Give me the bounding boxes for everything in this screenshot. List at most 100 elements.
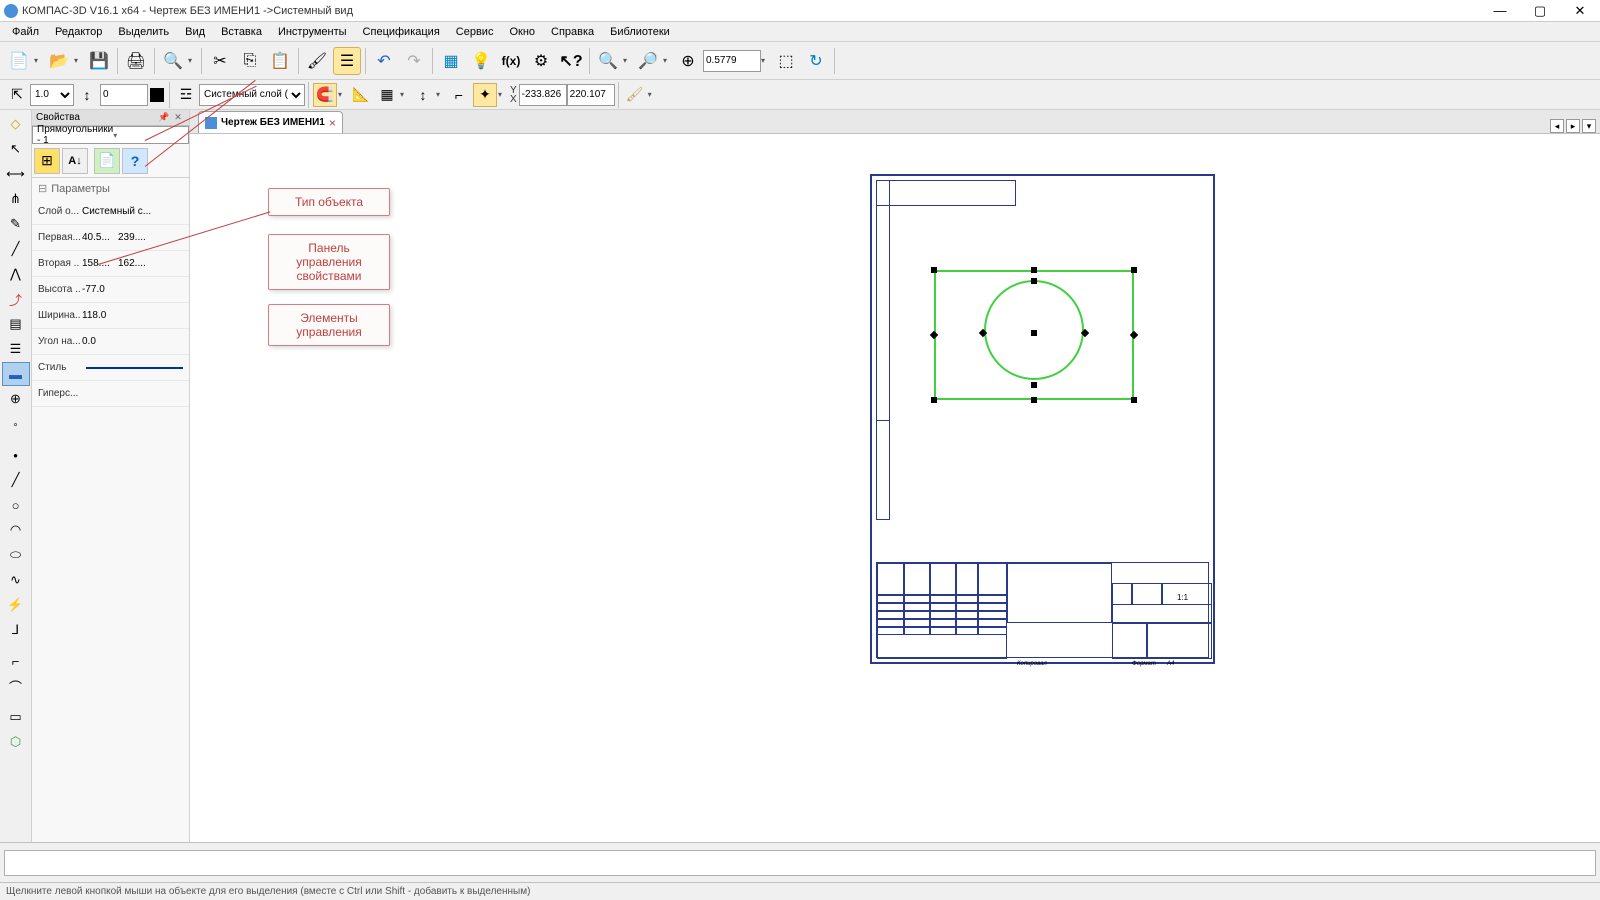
tab-scroll-right-icon[interactable]: ▸ xyxy=(1566,119,1580,133)
undo-icon[interactable]: ↶ xyxy=(370,47,398,75)
menu-window[interactable]: Окно xyxy=(501,24,543,40)
round-dropdown[interactable]: ▾ xyxy=(498,90,508,99)
save-icon[interactable]: 💾 xyxy=(85,47,113,75)
param-value-x[interactable]: 40.5... xyxy=(80,232,116,243)
views-tool-icon[interactable]: ∘ xyxy=(2,412,30,436)
zoom-dropdown[interactable]: ▾ xyxy=(623,56,633,65)
select-tool-icon[interactable]: ↖ xyxy=(2,137,30,161)
circle-tool-icon[interactable]: ○ xyxy=(2,493,30,517)
param-row-second[interactable]: Вторая ... 158.... 162.... xyxy=(32,251,189,277)
copy-icon[interactable]: ⎘ xyxy=(236,47,264,75)
param-value-y[interactable]: 162.... xyxy=(116,258,152,269)
layer-state-icon[interactable]: ↕ xyxy=(75,83,99,107)
layer-color-swatch[interactable] xyxy=(150,88,164,102)
spec-tool-icon[interactable]: ☰ xyxy=(2,337,30,361)
coord-x-input[interactable] xyxy=(519,84,567,106)
context-help-icon[interactable]: ↖? xyxy=(557,47,585,75)
param-value-y[interactable]: 239.... xyxy=(116,232,152,243)
menu-insert[interactable]: Вставка xyxy=(213,24,270,40)
current-state-icon[interactable]: ⇱ xyxy=(5,83,29,107)
redo-icon[interactable]: ↷ xyxy=(400,47,428,75)
fillet-tool-icon[interactable]: ⌒ xyxy=(2,674,30,698)
format-icon[interactable]: 🖌 xyxy=(303,47,331,75)
preview-icon[interactable]: 🔍 xyxy=(159,47,187,75)
ellipse-tool-icon[interactable]: ⬭ xyxy=(2,543,30,567)
properties-icon[interactable]: ☰ xyxy=(333,47,361,75)
chamfer-tool-icon[interactable]: ⌐ xyxy=(2,649,30,673)
new-document-icon[interactable]: 📄 xyxy=(5,47,33,75)
param-row-layer[interactable]: Слой о... Системный с... xyxy=(32,199,189,225)
param-row-first[interactable]: Первая... 40.5... 239.... xyxy=(32,225,189,251)
arc-tool-icon[interactable]: ◠ xyxy=(2,518,30,542)
menu-service[interactable]: Сервис xyxy=(448,24,502,40)
maximize-button[interactable]: ▢ xyxy=(1520,0,1560,22)
menu-libs[interactable]: Библиотеки xyxy=(602,24,678,40)
param-row-width[interactable]: Ширина... 118.0 xyxy=(32,303,189,329)
selection-handle[interactable] xyxy=(1031,397,1037,403)
snap-dropdown[interactable]: ▾ xyxy=(338,90,348,99)
selection-handle[interactable] xyxy=(1031,267,1037,273)
ortho-icon[interactable]: ⌐ xyxy=(447,83,471,107)
menu-help[interactable]: Справка xyxy=(543,24,602,40)
style-preview[interactable] xyxy=(86,367,183,369)
local-cs-icon[interactable]: ↕ xyxy=(411,83,435,107)
selection-handle[interactable] xyxy=(1031,278,1037,284)
rect-tool-icon[interactable]: ▭ xyxy=(2,705,30,729)
line-tool-icon[interactable]: ╱ xyxy=(2,237,30,261)
measure-tool-icon[interactable]: ▤ xyxy=(2,312,30,336)
close-button[interactable]: ✕ xyxy=(1560,0,1600,22)
edit-tool-icon[interactable]: ✎ xyxy=(2,212,30,236)
coord-y-input[interactable] xyxy=(567,84,615,106)
grid-icon[interactable]: ▦ xyxy=(375,83,399,107)
round-icon[interactable]: ✦ xyxy=(473,83,497,107)
params-section-header[interactable]: ⊟ Параметры xyxy=(32,178,189,199)
selection-handle[interactable] xyxy=(931,397,937,403)
snap-icon[interactable]: 🧲 xyxy=(313,83,337,107)
designation-tool-icon[interactable]: ⋔ xyxy=(2,187,30,211)
grid-dropdown[interactable]: ▾ xyxy=(400,90,410,99)
brush-icon[interactable]: 🖌 xyxy=(623,83,647,107)
param-value[interactable]: 0.0 xyxy=(80,336,189,347)
geometry-tool-icon[interactable]: ◇ xyxy=(2,112,30,136)
param-value[interactable]: Системный с... xyxy=(80,206,189,217)
script-icon[interactable]: ⚙ xyxy=(527,47,555,75)
tab-list-icon[interactable]: ▾ xyxy=(1582,119,1596,133)
menu-file[interactable]: Файл xyxy=(4,24,47,40)
local-cs-dropdown[interactable]: ▾ xyxy=(436,90,446,99)
library-manager-icon[interactable]: ▦ xyxy=(437,47,465,75)
param-row-angle[interactable]: Угол на... 0.0 xyxy=(32,329,189,355)
zoom-sheet-icon[interactable]: ⬚ xyxy=(772,47,800,75)
paste-icon[interactable]: 📋 xyxy=(266,47,294,75)
selection-handle[interactable] xyxy=(1031,330,1037,336)
point-tool-icon[interactable]: • xyxy=(2,443,30,467)
reports-tool-icon[interactable]: ▬ xyxy=(2,362,30,386)
dynamic-snap-icon[interactable]: 📐 xyxy=(349,83,373,107)
drawing-canvas[interactable]: Тип объекта Панель управления свойствами… xyxy=(190,134,1600,842)
zoom-value-dropdown[interactable]: ▾ xyxy=(761,56,771,65)
menu-select[interactable]: Выделить xyxy=(110,24,177,40)
tab-close-icon[interactable]: × xyxy=(329,116,336,130)
param-row-style[interactable]: Стиль xyxy=(32,355,189,381)
collapse-icon[interactable]: ⊟ xyxy=(38,182,47,195)
selection-handle[interactable] xyxy=(931,267,937,273)
spline-tool-icon[interactable]: ∿ xyxy=(2,568,30,592)
param-tool-icon[interactable]: ⤴ xyxy=(2,287,30,311)
help-icon[interactable]: ? xyxy=(122,148,148,174)
selection-handle[interactable] xyxy=(1131,397,1137,403)
menu-view[interactable]: Вид xyxy=(177,24,213,40)
selection-handle[interactable] xyxy=(1131,267,1137,273)
cut-icon[interactable]: ✂ xyxy=(206,47,234,75)
polyline-tool-icon[interactable]: ⅃ xyxy=(2,618,30,642)
zoom-value-input[interactable] xyxy=(703,50,761,72)
menu-tools[interactable]: Инструменты xyxy=(270,24,355,40)
zoom-fit-icon[interactable]: ⊕ xyxy=(674,47,702,75)
zoom-window-dropdown[interactable]: ▾ xyxy=(663,56,673,65)
brush-dropdown[interactable]: ▾ xyxy=(648,90,658,99)
bezier-tool-icon[interactable]: ⚡ xyxy=(2,593,30,617)
refresh-icon[interactable]: ↻ xyxy=(802,47,830,75)
minimize-button[interactable]: — xyxy=(1480,0,1520,22)
param-value[interactable]: -77.0 xyxy=(80,284,189,295)
text-filter-icon[interactable]: A↓ xyxy=(62,148,88,174)
param-value[interactable]: 118.0 xyxy=(80,310,189,321)
menu-spec[interactable]: Спецификация xyxy=(355,24,448,40)
